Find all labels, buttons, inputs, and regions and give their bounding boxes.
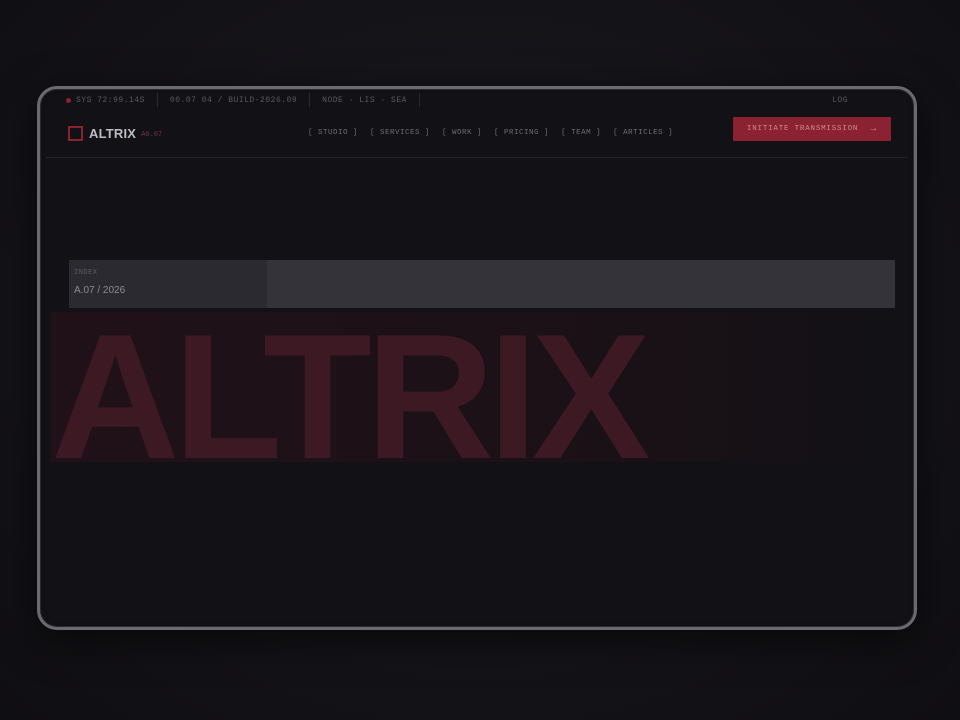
main-menu: [ STUDIO ] [ SERVICES ] [ WORK ] [ PRICI… xyxy=(308,129,685,137)
menu-item-pricing[interactable]: [ PRICING ] xyxy=(494,129,549,137)
ticker-status-text: SYS 72:99.14S xyxy=(76,95,145,105)
device-frame: SYS 72:99.14S 00.07 04 / BUILD-2026.09 N… xyxy=(37,86,917,630)
logo[interactable]: ALTRIX A0.07 xyxy=(68,126,162,141)
index-label: INDEX xyxy=(74,269,98,277)
logo-square-icon xyxy=(68,126,83,141)
hero-title: ALTRIX xyxy=(51,297,651,496)
index-value: A.07 / 2026 xyxy=(74,285,126,296)
hero: ALTRIX xyxy=(51,302,896,492)
ticker-status: SYS 72:99.14S xyxy=(46,93,158,107)
status-ticker: SYS 72:99.14S 00.07 04 / BUILD-2026.09 N… xyxy=(46,93,908,107)
ticker-version: 00.07 04 / BUILD-2026.09 xyxy=(158,93,311,107)
initiate-transmission-button[interactable]: INITIATE TRANSMISSION → xyxy=(733,117,891,141)
status-dot-icon xyxy=(66,97,71,103)
cta-label: INITIATE TRANSMISSION xyxy=(746,125,859,133)
logo-version: A0.07 xyxy=(141,130,163,139)
menu-item-articles[interactable]: [ ARTICLES ] xyxy=(613,129,673,137)
menu-item-studio[interactable]: [ STUDIO ] xyxy=(308,129,358,137)
ticker-version-text: 00.07 04 / BUILD-2026.09 xyxy=(169,95,298,105)
ticker-locations-text: NODE · LIS · SEA xyxy=(322,95,407,105)
ticker-locations: NODE · LIS · SEA xyxy=(310,93,420,107)
menu-item-work[interactable]: [ WORK ] xyxy=(442,129,482,137)
ticker-right-text: LOG xyxy=(832,95,848,105)
top-nav: ALTRIX A0.07 [ STUDIO ] [ SERVICES ] [ W… xyxy=(46,117,908,158)
ticker-right: LOG xyxy=(832,96,908,105)
arrow-right-icon: → xyxy=(870,123,878,135)
menu-item-services[interactable]: [ SERVICES ] xyxy=(370,129,430,137)
menu-item-team[interactable]: [ TEAM ] xyxy=(561,129,601,137)
screen: SYS 72:99.14S 00.07 04 / BUILD-2026.09 N… xyxy=(46,93,908,621)
logo-text: ALTRIX xyxy=(89,126,137,141)
